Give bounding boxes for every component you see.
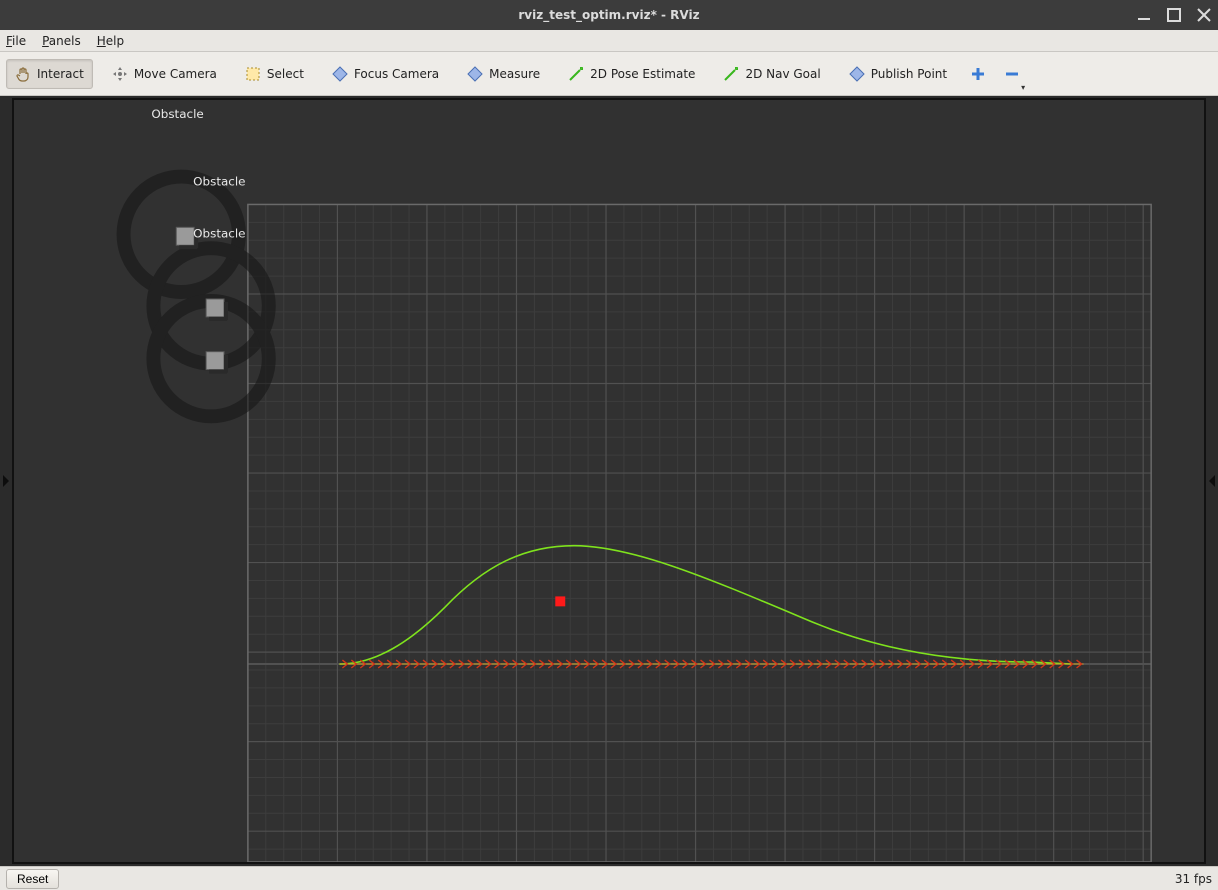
right-panel-handle[interactable] bbox=[1206, 96, 1218, 866]
toolbar-label: Select bbox=[267, 67, 304, 81]
pose-arrows bbox=[339, 660, 1083, 668]
obstacle-label-1: Obstacle bbox=[151, 107, 203, 121]
measure-button[interactable]: Measure bbox=[458, 59, 549, 89]
interact-button[interactable]: Interact bbox=[6, 59, 93, 89]
focus-camera-button[interactable]: Focus Camera bbox=[323, 59, 448, 89]
toolbar-label: Publish Point bbox=[871, 67, 947, 81]
fps-text: 31 fps bbox=[1175, 872, 1212, 886]
window-controls bbox=[1136, 0, 1212, 30]
diamond-icon bbox=[332, 66, 348, 82]
minus-icon bbox=[1004, 66, 1020, 82]
diamond-icon bbox=[467, 66, 483, 82]
dropdown-arrow-icon: ▾ bbox=[1021, 83, 1025, 92]
green-arrow-icon bbox=[568, 66, 584, 82]
obstacle-label-2: Obstacle bbox=[193, 175, 245, 189]
status-bar: Reset 31 fps bbox=[0, 866, 1218, 890]
nav-goal-button[interactable]: 2D Nav Goal bbox=[714, 59, 829, 89]
minimize-button[interactable] bbox=[1136, 7, 1152, 23]
obstacle-label-3: Obstacle bbox=[193, 226, 245, 240]
toolbar-label: Measure bbox=[489, 67, 540, 81]
toolbar-label: Interact bbox=[37, 67, 84, 81]
select-icon bbox=[245, 66, 261, 82]
toolbar: Interact Move Camera Select Focus Camera… bbox=[0, 52, 1218, 96]
toolbar-label: Focus Camera bbox=[354, 67, 439, 81]
menu-panels[interactable]: Panels bbox=[42, 34, 81, 48]
pose-estimate-button[interactable]: 2D Pose Estimate bbox=[559, 59, 704, 89]
plus-icon bbox=[970, 66, 986, 82]
maximize-button[interactable] bbox=[1166, 7, 1182, 23]
toolbar-label: 2D Nav Goal bbox=[745, 67, 820, 81]
3d-viewport[interactable]: Obstacle Obstacle Obstacle bbox=[12, 98, 1206, 864]
diamond-icon bbox=[849, 66, 865, 82]
close-button[interactable] bbox=[1196, 7, 1212, 23]
trajectory-path bbox=[339, 546, 1071, 664]
toolbar-label: 2D Pose Estimate bbox=[590, 67, 695, 81]
grid bbox=[248, 204, 1151, 862]
viewport-area: Obstacle Obstacle Obstacle bbox=[0, 96, 1218, 866]
window-title: rviz_test_optim.rviz* - RViz bbox=[518, 8, 699, 22]
obstacle-markers[interactable] bbox=[124, 177, 269, 417]
toolbar-label: Move Camera bbox=[134, 67, 217, 81]
select-button[interactable]: Select bbox=[236, 59, 313, 89]
menu-bar: File Panels Help bbox=[0, 30, 1218, 52]
menu-file[interactable]: File bbox=[6, 34, 26, 48]
reset-button[interactable]: Reset bbox=[6, 869, 59, 889]
move-camera-button[interactable]: Move Camera bbox=[103, 59, 226, 89]
publish-point-button[interactable]: Publish Point bbox=[840, 59, 956, 89]
menu-help[interactable]: Help bbox=[97, 34, 124, 48]
left-panel-handle[interactable] bbox=[0, 96, 12, 866]
hand-icon bbox=[15, 66, 31, 82]
add-tool-button[interactable] bbox=[966, 59, 990, 89]
red-point-marker bbox=[555, 596, 565, 606]
remove-tool-button[interactable]: ▾ bbox=[1000, 59, 1024, 89]
title-bar: rviz_test_optim.rviz* - RViz bbox=[0, 0, 1218, 30]
move-camera-icon bbox=[112, 66, 128, 82]
green-arrow-icon bbox=[723, 66, 739, 82]
